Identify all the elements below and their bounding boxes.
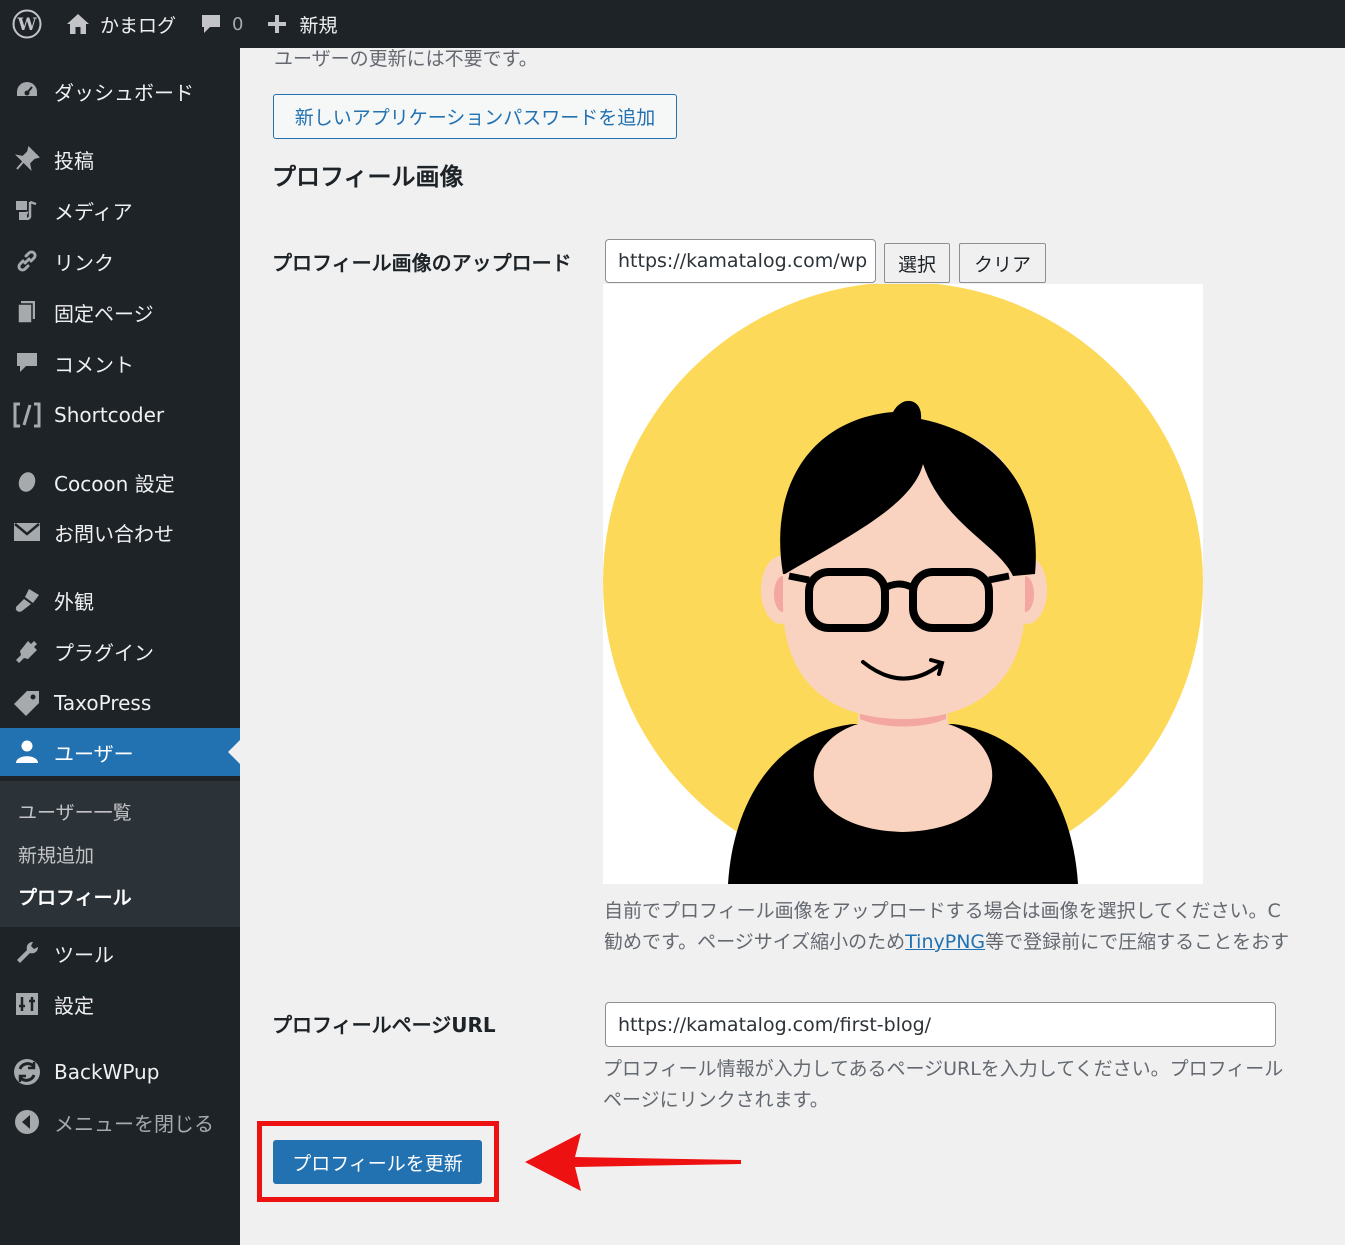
new-content-link[interactable]: 新規 <box>255 0 349 48</box>
backwpup-icon <box>0 1057 54 1087</box>
profile-url-input[interactable]: https://kamatalog.com/first-blog/ <box>605 1002 1276 1047</box>
media-icon <box>0 197 54 223</box>
url-description-line-2: ページにリンクされます。 <box>603 1089 829 1111</box>
mail-icon <box>0 521 54 543</box>
update-profile-button[interactable]: プロフィールを更新 <box>273 1140 482 1184</box>
sidebar-item-label: リンク <box>54 250 114 275</box>
users-submenu: ユーザー一覧 新規追加 プロフィール <box>0 781 240 927</box>
image-description-text-end: 等で登録前にで圧縮することをおす <box>985 931 1290 953</box>
plugin-icon <box>0 638 54 664</box>
settings-icon <box>0 991 54 1017</box>
image-description-line-1: 自前でプロフィール画像をアップロードする場合は画像を選択してください。C <box>604 900 1281 922</box>
sidebar-item-tools[interactable]: ツール <box>0 929 240 977</box>
sidebar-item-label: 投稿 <box>54 148 94 173</box>
url-description-line-1: プロフィール情報が入力してあるページURLを入力してください。プロフィール <box>603 1058 1284 1080</box>
tinypng-link[interactable]: TinyPNG <box>905 931 985 953</box>
sidebar-item-label: Cocoon 設定 <box>54 471 175 496</box>
comment-bubble-icon <box>202 15 221 33</box>
upload-label: プロフィール画像のアップロード <box>272 251 572 275</box>
sidebar-item-appearance[interactable]: 外観 <box>0 576 240 624</box>
sidebar-item-comments[interactable]: コメント <box>0 339 240 387</box>
sidebar-item-label: ダッシュボード <box>54 80 194 105</box>
page-icon <box>0 299 54 325</box>
sidebar-item-label: メニューを閉じる <box>54 1111 214 1136</box>
sidebar-item-label: Shortcoder <box>54 403 165 427</box>
home-icon <box>67 14 89 34</box>
tag-icon <box>0 689 54 717</box>
app-password-note: ユーザーの更新には不要です。 <box>274 48 538 70</box>
admin-sidebar: ダッシュボード 投稿 メディア リンク 固定ページ コメント Shortcode… <box>0 48 240 1245</box>
sidebar-item-links[interactable]: リンク <box>0 237 240 285</box>
submenu-item-add-new[interactable]: 新規追加 <box>18 841 94 868</box>
collapse-icon <box>0 1109 54 1135</box>
wrench-icon <box>0 940 54 966</box>
profile-url-label: プロフィールページURL <box>272 1013 496 1037</box>
comments-link[interactable]: 0 <box>188 0 255 48</box>
sidebar-item-label: メディア <box>54 199 133 224</box>
brush-icon <box>0 587 54 613</box>
image-description-line-2: 勧めです。ページサイズ縮小のためTinyPNG等で登録前にで圧縮することをおす <box>604 927 1289 958</box>
sidebar-item-label: 外観 <box>54 589 94 614</box>
wordpress-logo-icon: W <box>12 9 42 39</box>
sidebar-item-cocoon[interactable]: Cocoon 設定 <box>0 458 240 506</box>
red-arrow-annotation <box>525 1133 741 1191</box>
clear-image-button[interactable]: クリア <box>959 243 1046 283</box>
sidebar-item-label: 固定ページ <box>54 301 154 326</box>
sidebar-item-label: プラグイン <box>54 640 154 665</box>
sidebar-item-label: コメント <box>54 352 134 377</box>
add-app-password-button[interactable]: 新しいアプリケーションパスワードを追加 <box>273 94 677 139</box>
sidebar-item-posts[interactable]: 投稿 <box>0 135 240 183</box>
sidebar-item-plugins[interactable]: プラグイン <box>0 627 240 675</box>
profile-content: ユーザーの更新には不要です。 新しいアプリケーションパスワードを追加 プロフィー… <box>240 48 1345 1245</box>
sidebar-item-users[interactable]: ユーザー <box>0 728 240 776</box>
wordpress-logo-button[interactable]: W <box>0 0 54 48</box>
profile-image-heading: プロフィール画像 <box>272 163 464 191</box>
plus-icon <box>268 15 287 33</box>
pushpin-icon <box>0 146 54 172</box>
site-name-link[interactable]: かまログ <box>54 0 188 48</box>
collapse-menu-button[interactable]: メニューを閉じる <box>0 1098 240 1146</box>
comment-count: 0 <box>232 13 244 35</box>
dashboard-icon <box>0 78 54 104</box>
sidebar-item-shortcoder[interactable]: Shortcoder <box>0 391 240 439</box>
submenu-item-profile[interactable]: プロフィール <box>18 883 132 910</box>
image-description-text: 勧めです。ページサイズ縮小のため <box>604 931 906 953</box>
sidebar-item-media[interactable]: メディア <box>0 186 240 234</box>
sidebar-item-backwpup[interactable]: BackWPup <box>0 1048 240 1096</box>
sidebar-item-label: ユーザー <box>54 741 134 766</box>
shortcode-icon <box>0 401 54 429</box>
sidebar-item-contact[interactable]: お問い合わせ <box>0 508 240 556</box>
sidebar-item-label: BackWPup <box>54 1060 160 1084</box>
sidebar-item-pages[interactable]: 固定ページ <box>0 288 240 336</box>
profile-image-url-input[interactable]: https://kamatalog.com/wp <box>605 239 876 283</box>
sidebar-item-label: お問い合わせ <box>54 521 174 546</box>
cocoon-icon <box>0 470 54 494</box>
sidebar-item-dashboard[interactable]: ダッシュボード <box>0 67 240 115</box>
sidebar-item-settings[interactable]: 設定 <box>0 980 240 1028</box>
admin-bar: W かまログ 0 新規 <box>0 0 1345 48</box>
submenu-item-all-users[interactable]: ユーザー一覧 <box>18 798 132 825</box>
site-name: かまログ <box>100 14 177 37</box>
sidebar-item-taxopress[interactable]: TaxoPress <box>0 679 240 727</box>
user-icon <box>0 739 54 765</box>
select-image-button[interactable]: 選択 <box>884 243 950 283</box>
profile-avatar-image <box>603 284 1203 884</box>
comment-icon <box>0 350 54 376</box>
link-icon <box>0 248 54 274</box>
sidebar-item-label: TaxoPress <box>54 691 152 715</box>
svg-text:W: W <box>16 15 37 35</box>
sidebar-item-label: 設定 <box>54 993 94 1018</box>
new-label: 新規 <box>299 14 338 37</box>
sidebar-item-label: ツール <box>54 942 114 967</box>
